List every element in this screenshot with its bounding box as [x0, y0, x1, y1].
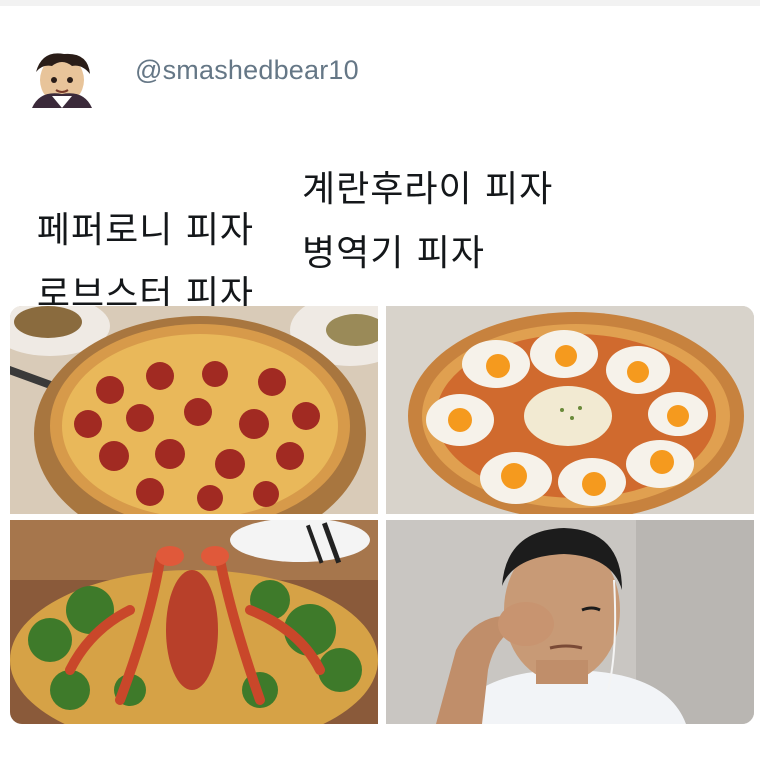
pepperoni-pizza-image[interactable] [10, 306, 378, 514]
avatar[interactable] [22, 50, 102, 108]
image-grid [10, 306, 754, 724]
caption-military: 병역기 피자 [302, 233, 486, 274]
lobster-pizza-image[interactable] [10, 520, 378, 724]
user-handle[interactable]: @smashedbear10 [135, 55, 359, 86]
fried-egg-pizza-image[interactable] [386, 306, 754, 514]
top-divider [0, 0, 760, 6]
caption-fried-egg: 계란후라이 피자 [302, 169, 554, 210]
crying-man-image[interactable] [386, 520, 754, 724]
